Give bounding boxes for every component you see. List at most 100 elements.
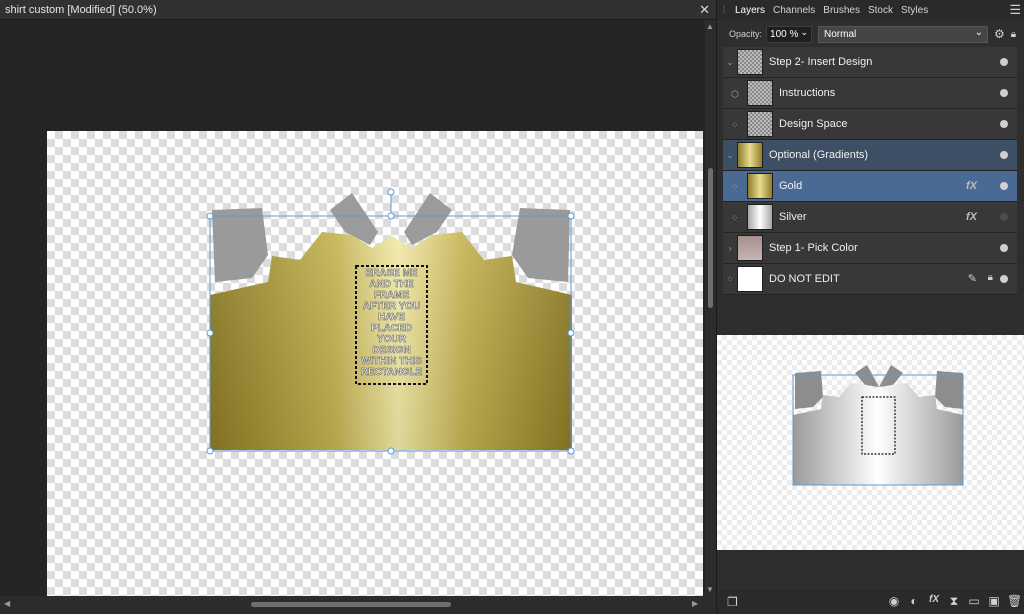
visibility-dot-icon[interactable]: [1000, 182, 1008, 190]
design-instruction-line: AFTER YOU: [363, 301, 421, 312]
visibility-dot-icon[interactable]: [1000, 58, 1008, 66]
tab-styles[interactable]: Styles: [897, 5, 932, 16]
shirt-shoulder-left: [212, 208, 268, 282]
visibility-dot-icon[interactable]: [1000, 213, 1008, 221]
chevron-down-icon[interactable]: ⌄: [975, 27, 983, 38]
lock-icon[interactable]: 🔒︎: [1011, 29, 1016, 40]
canvas-workspace[interactable]: ERASE ME AND THE FRAME AFTER YOU HAVE PLACED Y…: [0, 20, 705, 596]
adjustment-layer-icon[interactable]: ◐: [907, 594, 921, 609]
visibility-dot-icon[interactable]: [1000, 275, 1008, 283]
layer-thumbnail: [737, 235, 763, 261]
layer-thumbnail: [737, 49, 763, 75]
handle-top-middle[interactable]: [387, 212, 395, 220]
preview-collar-left: [855, 365, 879, 387]
artwork[interactable]: ERASE MEAND THEFRAMEAFTER YOUHAVEPLACEDY…: [0, 20, 705, 596]
horizontal-scroll-thumb[interactable]: [251, 602, 451, 607]
tab-channels[interactable]: Channels: [769, 5, 819, 16]
layer-name: Optional (Gradients): [769, 149, 869, 161]
brush-icon[interactable]: ✎: [968, 272, 977, 285]
layers-list: ⌄ Step 2- Insert Design ⬡ Instructions ⁘…: [723, 47, 1017, 295]
lock-icon[interactable]: 🔒︎: [988, 272, 993, 283]
handle-bottom-left[interactable]: [206, 447, 214, 455]
chevron-down-icon[interactable]: ⌄: [800, 27, 808, 38]
panel-tab-bar: ⁞ Layers Channels Brushes Stock Styles ☰: [717, 0, 1024, 20]
visibility-dot-icon[interactable]: [1000, 151, 1008, 159]
tab-stock[interactable]: Stock: [864, 5, 897, 16]
pixel-type-icon: ⁘: [726, 273, 734, 284]
hamburger-menu-icon[interactable]: ☰: [1009, 2, 1021, 18]
opacity-field[interactable]: 100 % ⌄: [766, 25, 813, 43]
layer-silver[interactable]: ⁘ Silver fX: [723, 202, 1017, 233]
layer-name: Gold: [779, 180, 803, 192]
mask-layer-icon[interactable]: ◉: [887, 594, 901, 609]
group-type-icon: ⬡: [731, 89, 739, 99]
visibility-dot-icon[interactable]: [1000, 244, 1008, 252]
scroll-right-arrow-icon[interactable]: ▶: [692, 599, 698, 608]
layer-thumbnail: [747, 173, 773, 199]
navigator-preview[interactable]: [717, 335, 1024, 550]
layer-gold[interactable]: ⁘ Gold fX: [723, 171, 1017, 202]
rotation-handle[interactable]: [387, 188, 395, 196]
fx-icon[interactable]: fX: [966, 180, 977, 192]
gear-icon[interactable]: ⚙: [994, 27, 1005, 41]
design-instruction-line: AND THE: [369, 279, 414, 290]
handle-bottom-right[interactable]: [567, 447, 575, 455]
design-instruction-line: PLACED: [371, 323, 412, 334]
handle-middle-left[interactable]: [206, 329, 214, 337]
scroll-left-arrow-icon[interactable]: ◀: [4, 599, 10, 608]
opacity-blend-row: Opacity: 100 % ⌄ Normal ⌄ ⚙ 🔒︎: [717, 23, 1024, 45]
chevron-down-icon[interactable]: ⌄: [723, 57, 737, 68]
layer-instructions[interactable]: ⬡ Instructions: [723, 78, 1017, 109]
panel-grip-icon[interactable]: ⁞: [717, 5, 731, 16]
layer-do-not-edit[interactable]: ⁘ DO NOT EDIT ✎ 🔒︎: [723, 264, 1017, 295]
new-layer-icon[interactable]: ▣: [987, 594, 1001, 609]
pixel-type-icon: ⁘: [731, 213, 739, 223]
vertical-scrollbar[interactable]: ▲ ▼: [705, 20, 716, 596]
scroll-up-arrow-icon[interactable]: ▲: [706, 22, 714, 31]
design-instruction-line: FRAME: [374, 290, 410, 301]
handle-middle-right[interactable]: [567, 329, 575, 337]
fx-icon[interactable]: fX: [966, 211, 977, 223]
horizontal-scrollbar[interactable]: ◀ ▶: [0, 596, 716, 614]
layer-step1-pick-color[interactable]: › Step 1- Pick Color: [723, 233, 1017, 264]
new-group-icon[interactable]: ▭: [967, 594, 981, 609]
layer-name: Silver: [779, 211, 807, 223]
chevron-right-icon[interactable]: ›: [723, 243, 737, 253]
preview-shoulder-right: [935, 371, 963, 409]
handle-top-right[interactable]: [567, 212, 575, 220]
layer-optional-gradients[interactable]: ⌄ Optional (Gradients): [723, 140, 1017, 171]
layer-name: Step 2- Insert Design: [769, 56, 873, 68]
opacity-value: 100 %: [770, 28, 799, 40]
close-icon[interactable]: ✕: [699, 2, 710, 18]
layer-thumbnail: [747, 80, 773, 106]
design-instruction-line: RECTANGLE: [361, 367, 423, 378]
layer-thumbnail: [747, 204, 773, 230]
layer-name: Step 1- Pick Color: [769, 242, 858, 254]
chevron-down-icon[interactable]: ⌄: [723, 150, 737, 161]
blend-mode-value: Normal: [824, 28, 857, 40]
tab-layers[interactable]: Layers: [731, 5, 769, 16]
blend-mode-select[interactable]: Normal ⌄: [818, 25, 989, 43]
layer-thumbnail: [737, 142, 763, 168]
scroll-down-arrow-icon[interactable]: ▼: [706, 585, 714, 594]
panel-footer-toolbar: ❐ ◉ ◐ fX ⧗ ▭ ▣ 🗑︎: [717, 590, 1024, 614]
live-filter-icon[interactable]: ⧗: [947, 594, 961, 609]
visibility-dot-icon[interactable]: [1000, 89, 1008, 97]
layer-design-space[interactable]: ⁘ Design Space: [723, 109, 1017, 140]
layers-stack-icon[interactable]: ❐: [727, 595, 738, 609]
preview-shoulder-left: [795, 371, 823, 409]
document-tab[interactable]: shirt custom [Modified] (50.0%) ✕: [0, 0, 716, 20]
tab-brushes[interactable]: Brushes: [819, 5, 864, 16]
fx-icon[interactable]: fX: [927, 594, 941, 609]
document-title: shirt custom [Modified] (50.0%): [5, 3, 157, 16]
trash-icon[interactable]: 🗑︎: [1007, 594, 1022, 609]
handle-bottom-middle[interactable]: [387, 447, 395, 455]
design-instruction-line: WITHIN THIS: [361, 356, 422, 367]
preview-collar-right: [879, 365, 903, 387]
affinity-app: shirt custom [Modified] (50.0%) ✕ ERASE …: [0, 0, 1024, 614]
layer-step2-insert-design[interactable]: ⌄ Step 2- Insert Design: [723, 47, 1017, 78]
shape-type-icon: ⁘: [731, 120, 739, 130]
handle-top-left[interactable]: [206, 212, 214, 220]
visibility-dot-icon[interactable]: [1000, 120, 1008, 128]
vertical-scroll-thumb[interactable]: [708, 168, 713, 308]
